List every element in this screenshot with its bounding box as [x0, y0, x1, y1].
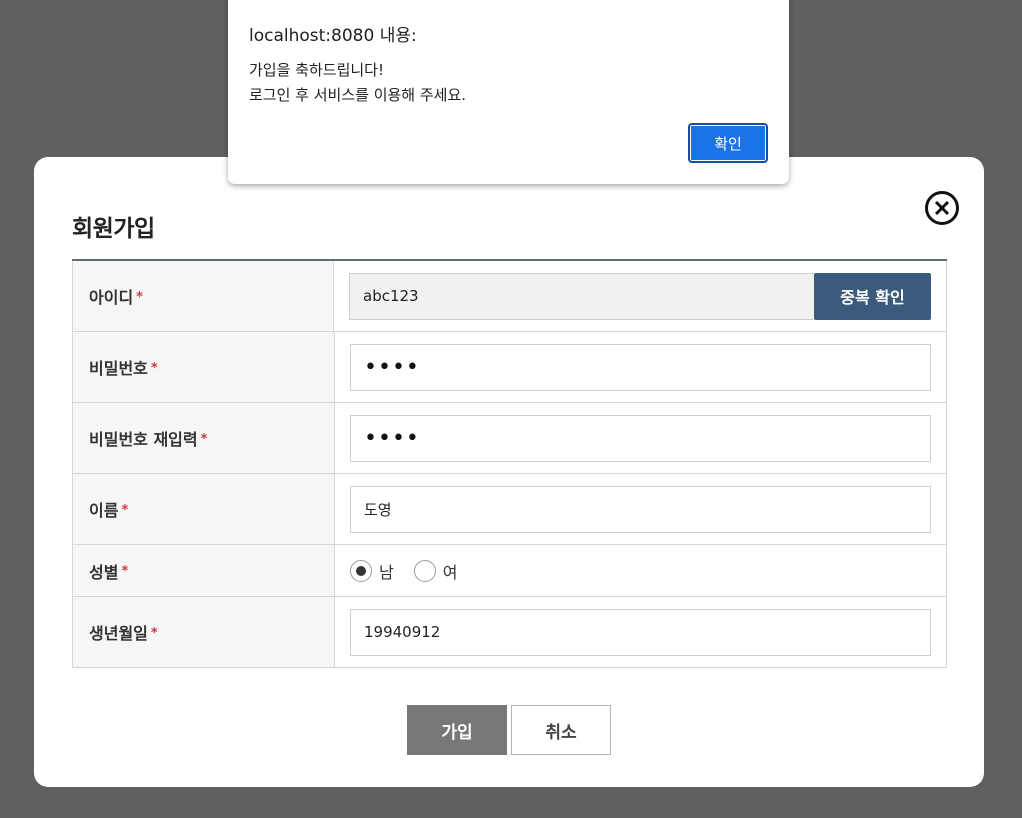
- password-label-text: 비밀번호: [89, 359, 148, 378]
- name-value-cell: 도영: [335, 474, 946, 544]
- birth-input[interactable]: 19940912: [350, 608, 931, 656]
- name-label-text: 이름: [89, 501, 119, 520]
- password-confirm-value: ••••: [364, 425, 420, 451]
- id-label: 아이디 *: [73, 261, 334, 331]
- signup-modal: 회원가입 아이디 * abc123 중복 확인 비밀번호 * •••• 비밀번호…: [34, 157, 984, 787]
- form-actions: 가입 취소: [407, 705, 611, 755]
- alert-message-line2: 로그인 후 서비스를 이용해 주세요.: [249, 86, 467, 104]
- required-mark: *: [150, 360, 158, 376]
- alert-message: 가입을 축하드립니다! 로그인 후 서비스를 이용해 주세요.: [249, 58, 466, 108]
- duplicate-check-button[interactable]: 중복 확인: [814, 272, 931, 320]
- required-mark: *: [121, 502, 129, 518]
- form-row-gender: 성별 * 남 여: [72, 545, 947, 597]
- password-label: 비밀번호 *: [73, 332, 335, 402]
- cancel-button[interactable]: 취소: [511, 705, 611, 755]
- required-mark: *: [200, 431, 208, 447]
- gender-label: 성별 *: [73, 545, 335, 596]
- form-row-name: 이름 * 도영: [72, 474, 947, 545]
- form-row-password: 비밀번호 * ••••: [72, 332, 947, 403]
- form-row-birth: 생년월일 * 19940912: [72, 597, 947, 668]
- password-confirm-label: 비밀번호 재입력 *: [73, 403, 335, 473]
- modal-title: 회원가입: [72, 216, 155, 242]
- id-label-text: 아이디: [89, 288, 134, 307]
- alert-message-line1: 가입을 축하드립니다!: [249, 61, 384, 79]
- password-confirm-input[interactable]: ••••: [350, 414, 931, 462]
- gender-radio-female[interactable]: [413, 559, 436, 582]
- birth-label: 생년월일 *: [73, 597, 335, 667]
- form-row-password-confirm: 비밀번호 재입력 * ••••: [72, 403, 947, 474]
- password-confirm-label-text: 비밀번호 재입력: [89, 430, 198, 449]
- form-row-id: 아이디 * abc123 중복 확인: [72, 261, 947, 332]
- id-value: abc123: [363, 287, 419, 305]
- gender-radio-male[interactable]: [350, 559, 372, 582]
- browser-alert-dialog: localhost:8080 내용: 가입을 축하드립니다! 로그인 후 서비스…: [228, 0, 789, 184]
- gender-value-cell: 남 여: [335, 545, 946, 596]
- alert-ok-button[interactable]: 확인: [688, 123, 768, 163]
- gender-option-female[interactable]: 여: [443, 559, 458, 583]
- name-input[interactable]: 도영: [350, 485, 931, 533]
- password-input[interactable]: ••••: [350, 343, 931, 391]
- birth-value-cell: 19940912: [335, 597, 946, 667]
- id-input[interactable]: abc123: [349, 272, 814, 320]
- join-button[interactable]: 가입: [407, 705, 507, 755]
- birth-value: 19940912: [364, 623, 441, 641]
- alert-title: localhost:8080 내용:: [249, 26, 417, 46]
- name-label: 이름 *: [73, 474, 335, 544]
- gender-radio-group: 남 여: [350, 559, 477, 583]
- required-mark: *: [136, 289, 143, 305]
- password-value: ••••: [364, 354, 420, 380]
- password-value-cell: ••••: [335, 332, 946, 402]
- birth-label-text: 생년월일: [89, 624, 148, 643]
- gender-option-male[interactable]: 남: [379, 559, 394, 583]
- required-mark: *: [121, 564, 129, 579]
- password-confirm-value-cell: ••••: [335, 403, 946, 473]
- id-value-cell: abc123 중복 확인: [334, 261, 946, 331]
- signup-form: 아이디 * abc123 중복 확인 비밀번호 * •••• 비밀번호 재입력 * •…: [72, 259, 947, 668]
- close-icon: [934, 200, 950, 216]
- name-value: 도영: [364, 500, 392, 519]
- close-circle-icon[interactable]: [925, 191, 959, 225]
- required-mark: *: [150, 625, 158, 641]
- gender-label-text: 성별: [89, 562, 119, 582]
